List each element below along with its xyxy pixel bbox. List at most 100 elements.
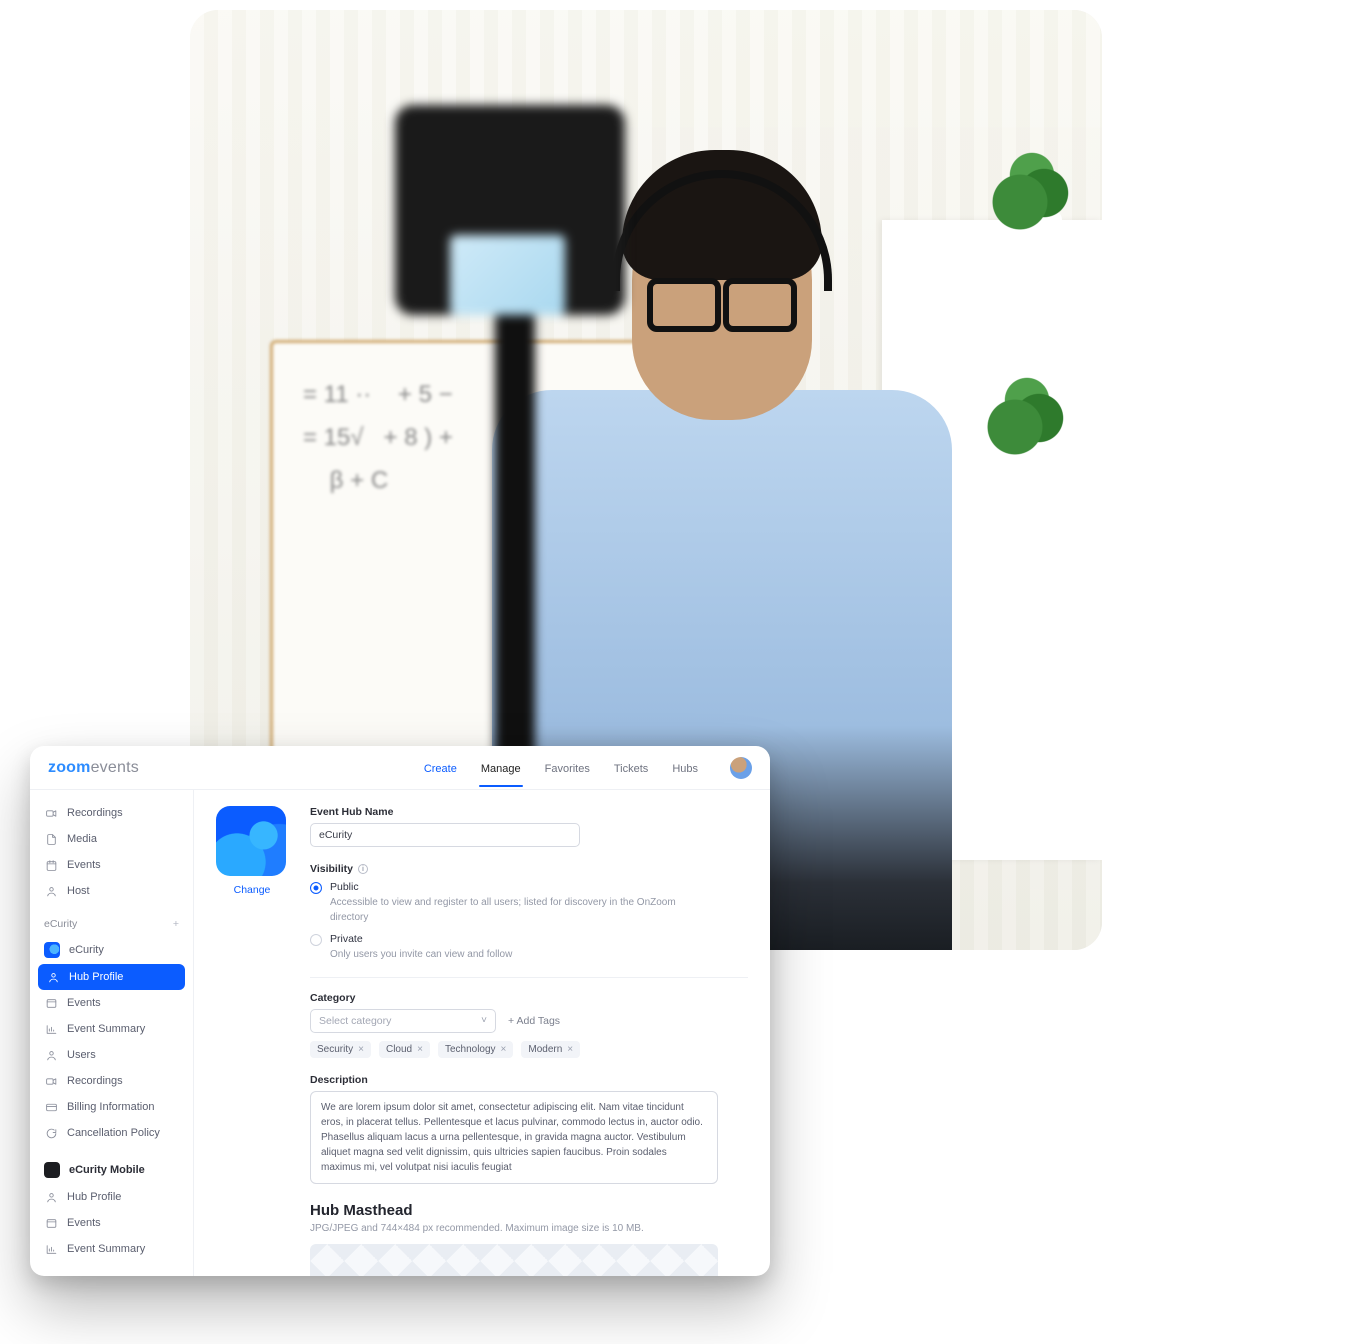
sidebar-label: Events [67, 859, 101, 871]
sidebar-label: Recordings [67, 807, 123, 819]
main-content: Change Event Hub Name Visibility i Publi… [194, 790, 770, 1276]
sidebar-item-recordings[interactable]: Recordings [30, 800, 193, 826]
radio-icon[interactable] [310, 934, 322, 946]
radio-label: Public [330, 881, 359, 893]
nav-favorites[interactable]: Favorites [543, 751, 592, 785]
list-icon [44, 1216, 58, 1230]
camera-on-tripod [365, 105, 645, 825]
radio-label: Private [330, 933, 363, 945]
radio-public[interactable]: Public [310, 881, 748, 894]
nav-create[interactable]: Create [422, 751, 459, 785]
video-icon [44, 806, 58, 820]
sidebar-item-media[interactable]: Media [30, 826, 193, 852]
change-link[interactable]: Change [216, 884, 288, 896]
description-textarea[interactable]: We are lorem ipsum dolor sit amet, conse… [310, 1091, 718, 1184]
sidebar-label: Event Summary [67, 1243, 145, 1255]
sidebar-item-ecurity-mobile[interactable]: eCurity Mobile [30, 1156, 193, 1184]
sidebar-label: eCurity [69, 944, 104, 956]
sidebar-item-events3[interactable]: Events [30, 1210, 193, 1236]
plant-icon [982, 430, 1072, 495]
select-placeholder: Select category [319, 1015, 391, 1027]
nav-manage[interactable]: Manage [479, 751, 523, 785]
info-icon[interactable]: i [358, 864, 368, 874]
masthead-preview[interactable] [310, 1244, 718, 1277]
sidebar-label: Events [67, 997, 101, 1009]
hub-tile-icon [44, 1162, 60, 1178]
hub-name-label: Event Hub Name [310, 806, 748, 818]
chart-icon [44, 1022, 58, 1036]
zoom-events-window: zoomevents Create Manage Favorites Ticke… [30, 746, 770, 1276]
sidebar-item-event-summary2[interactable]: Event Summary [30, 1236, 193, 1262]
add-tags-link[interactable]: + Add Tags [508, 1015, 560, 1027]
tag-cloud[interactable]: Cloud× [379, 1041, 430, 1058]
hub-name-input[interactable] [310, 823, 580, 847]
sidebar-item-host[interactable]: Host [30, 878, 193, 904]
sidebar-label: Media [67, 833, 97, 845]
sidebar-label: Billing Information [67, 1101, 154, 1113]
sidebar-label: Event Summary [67, 1023, 145, 1035]
public-desc: Accessible to view and register to all u… [330, 896, 690, 925]
sidebar-label: Host [67, 885, 90, 897]
chevron-down-icon: ˅ [481, 1015, 487, 1026]
sidebar-item-hub-profile[interactable]: Hub Profile [38, 964, 185, 990]
radio-private[interactable]: Private [310, 933, 748, 946]
refresh-icon [44, 1126, 58, 1140]
sidebar-item-recordings2[interactable]: Recordings [30, 1068, 193, 1094]
nav-tickets[interactable]: Tickets [612, 751, 650, 785]
plant-icon [1002, 210, 1062, 265]
video-icon [44, 1074, 58, 1088]
close-icon[interactable]: × [358, 1044, 364, 1055]
sidebar-item-users[interactable]: Users [30, 1042, 193, 1068]
sidebar-label: Events [67, 1217, 101, 1229]
sidebar-item-hub-profile2[interactable]: Hub Profile [30, 1184, 193, 1210]
sidebar-item-event-summary[interactable]: Event Summary [30, 1016, 193, 1042]
card-icon [44, 1100, 58, 1114]
profile-icon [44, 1190, 58, 1204]
sidebar-item-billing[interactable]: Billing Information [30, 1094, 193, 1120]
topbar: zoomevents Create Manage Favorites Ticke… [30, 746, 770, 790]
close-icon[interactable]: × [417, 1044, 423, 1055]
sidebar: Recordings Media Events Host eCurity + e… [30, 790, 194, 1276]
tag-security[interactable]: Security× [310, 1041, 371, 1058]
logo-events: events [91, 759, 139, 776]
tag-list: Security× Cloud× Technology× Modern× [310, 1041, 748, 1058]
close-icon[interactable]: × [567, 1044, 573, 1055]
sidebar-item-events[interactable]: Events [30, 852, 193, 878]
nav-hubs[interactable]: Hubs [670, 751, 700, 785]
sidebar-label: Cancellation Policy [67, 1127, 160, 1139]
sidebar-label: Recordings [67, 1075, 123, 1087]
sidebar-item-cancellation[interactable]: Cancellation Policy [30, 1120, 193, 1146]
file-icon [44, 832, 58, 846]
list-icon [44, 996, 58, 1010]
radio-icon[interactable] [310, 882, 322, 894]
sidebar-label: Users [67, 1049, 96, 1061]
sidebar-label: eCurity Mobile [69, 1164, 145, 1176]
sidebar-item-ecurity[interactable]: eCurity [30, 936, 193, 964]
category-select[interactable]: Select category ˅ [310, 1009, 496, 1033]
tag-technology[interactable]: Technology× [438, 1041, 513, 1058]
hub-avatar-block: Change [216, 806, 288, 1276]
logo-zoom: zoom [48, 759, 91, 776]
divider [310, 977, 748, 978]
avatar[interactable] [730, 757, 752, 779]
masthead-title: Hub Masthead [310, 1202, 748, 1219]
top-nav: Create Manage Favorites Tickets Hubs [422, 751, 752, 785]
masthead-sub: JPG/JPEG and 744×484 px recommended. Max… [310, 1223, 748, 1234]
logo[interactable]: zoomevents [48, 759, 139, 777]
sidebar-label: Hub Profile [69, 971, 123, 983]
private-desc: Only users you invite can view and follo… [330, 948, 690, 963]
tag-modern[interactable]: Modern× [521, 1041, 580, 1058]
hub-tile-icon [44, 942, 60, 958]
section-label: eCurity [44, 918, 77, 930]
description-label: Description [310, 1074, 748, 1086]
profile-icon [46, 970, 60, 984]
sidebar-item-events2[interactable]: Events [30, 990, 193, 1016]
chart-icon [44, 1242, 58, 1256]
sidebar-section-ecurity[interactable]: eCurity + [30, 904, 193, 936]
close-icon[interactable]: × [501, 1044, 507, 1055]
sidebar-label: Hub Profile [67, 1191, 121, 1203]
calendar-icon [44, 858, 58, 872]
hub-avatar[interactable] [216, 806, 286, 876]
plus-icon[interactable]: + [173, 918, 179, 930]
visibility-label: Visibility i [310, 863, 748, 875]
